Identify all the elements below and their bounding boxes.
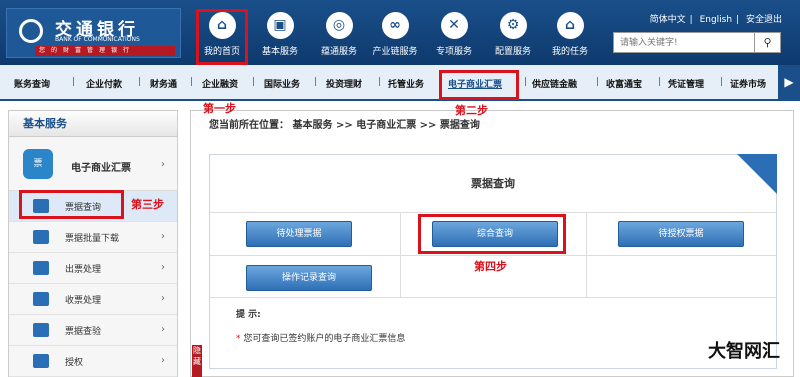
link-icon: ∞ [381,12,409,39]
chevron-right-icon: › [161,159,165,170]
subnav-receivable[interactable]: 收富通宝 [606,77,642,90]
nav-basic-service[interactable]: ▣ 基本服务 [250,12,310,57]
step1-label: 第一步 [203,102,236,115]
subnav-account-query[interactable]: 账务查询 [14,77,50,90]
bank-slogan: 您的财富管理银行 [35,46,175,56]
nav-config-service[interactable]: ⚙ 配置服务 [483,12,543,57]
tip-title: 提 示: [236,310,261,320]
nav-label: 基本服务 [261,47,298,57]
monitor-icon: ▣ [266,12,294,39]
tools-icon: ✕ [440,12,468,39]
lang-english-link[interactable]: English [700,15,733,25]
subnav-supply-chain[interactable]: 供应链金融 [532,77,577,90]
step1-highlight [196,9,248,65]
header: 交通银行 BANK OF COMMUNICATIONS 您的财富管理银行 ⌂ 我的… [0,0,800,65]
sidebar-title: 基本服务 [9,111,177,137]
sidebar-item-receive[interactable]: 收票处理 › [9,284,177,315]
chevron-right-icon: › [161,355,165,366]
logout-link[interactable]: 安全退出 [746,15,782,25]
search-box: ⚲ [613,32,781,53]
collapse-sidebar-button[interactable]: 隐藏 [192,345,202,377]
nav-my-tasks[interactable]: ⌂ 我的任务 [540,12,600,57]
gear-icon: ⚙ [499,12,527,39]
inbox-icon [33,292,49,306]
nav-label: 产业链服务 [372,47,418,57]
swirl-icon: ◎ [325,12,353,39]
search-icon[interactable]: ⚲ [754,33,780,52]
tasks-icon: ⌂ [556,12,584,39]
sidebar-item-batch-download[interactable]: 票据批量下载 › [9,222,177,253]
subnav-voucher[interactable]: 凭证管理 [668,77,704,90]
printer-icon [33,261,49,275]
subnav-investment[interactable]: 投资理财 [326,77,362,90]
download-icon [33,230,49,244]
subnav-securities[interactable]: 证券市场 [730,77,766,90]
subnav-custody[interactable]: 托管业务 [388,77,424,90]
chevron-right-icon: › [161,231,165,242]
sidebar-item-label: 收票处理 [65,296,102,306]
nav-special-service[interactable]: ✕ 专项服务 [424,12,484,57]
sub-navigation: 账务查询 | 企业付款 | 财务通 | 企业融资 | 国际业务 | 投资理财 | 托管业务 |… [0,65,800,101]
top-links: 简体中文 | English | 安全退出 [649,15,782,25]
scroll-right-icon[interactable]: ▶ [778,65,800,99]
pending-authorization-button[interactable]: 待授权票据 [618,221,744,247]
sidebar-item-label: 票据查验 [65,327,102,337]
nav-label: 蕴通服务 [320,47,357,57]
tip-text-content: 您可查询已签约账户的电子商业汇票信息 [243,334,406,344]
bank-logo-icon [19,19,43,43]
subnav-corporate-payment[interactable]: 企业付款 [86,77,122,90]
search-input[interactable] [614,33,754,52]
sidebar-item-label: 出票处理 [65,265,102,275]
subnav-international[interactable]: 国际业务 [264,77,300,90]
subnav-corporate-financing[interactable]: 企业融资 [202,77,238,90]
lang-simplified-link[interactable]: 简体中文 [650,15,686,25]
nav-label: 我的任务 [551,47,588,57]
sidebar-item-verify[interactable]: 票据查验 › [9,315,177,346]
subnav-finance-tong[interactable]: 财务通 [150,77,177,90]
bank-name-en: BANK OF COMMUNICATIONS [55,36,140,43]
watermark: 大智网汇 [708,341,780,362]
step2-label: 第二步 [455,104,488,117]
pending-bills-button[interactable]: 待处理票据 [246,221,352,247]
nav-label: 专项服务 [435,47,472,57]
sidebar: 基本服务 票 电子商业汇票 › 票据查询 票据批量下载 › 出票处理 › 收票处理 ›… [8,110,178,377]
nav-industry-chain[interactable]: ∞ 产业链服务 [365,12,425,57]
collapse-label: 隐藏 [193,346,201,366]
sidebar-item-issue[interactable]: 出票处理 › [9,253,177,284]
tip-text: * 您可查询已签约账户的电子商业汇票信息 [236,331,405,344]
nav-label: 配置服务 [494,47,531,57]
step2-highlight [439,70,519,100]
bank-logo[interactable]: 交通银行 BANK OF COMMUNICATIONS 您的财富管理银行 [6,8,181,58]
breadcrumb: 您当前所在位置： 基本服务 >> 电子商业汇票 >> 票据查询 [209,120,480,131]
sidebar-main-label: 电子商业汇票 [71,163,131,174]
step4-label: 第四步 [474,260,507,273]
step3-highlight [19,190,124,219]
chevron-right-icon: › [161,324,165,335]
nav-yuntong-service[interactable]: ◎ 蕴通服务 [309,12,369,57]
chevron-right-icon: › [161,293,165,304]
sidebar-item-authorize[interactable]: 授权 › [9,346,177,377]
draft-icon: 票 [23,149,53,179]
sidebar-item-label: 授权 [65,358,84,368]
operation-log-query-button[interactable]: 操作记录查询 [246,265,372,291]
step3-label: 第三步 [131,198,164,211]
verify-icon [33,323,49,337]
step4-highlight [418,214,566,254]
sidebar-item-label: 票据批量下载 [65,234,120,244]
panel-title: 票据查询 [210,155,776,213]
authorize-icon [33,354,49,368]
chevron-right-icon: › [161,262,165,273]
sidebar-item-e-draft[interactable]: 票 电子商业汇票 › [9,139,177,191]
